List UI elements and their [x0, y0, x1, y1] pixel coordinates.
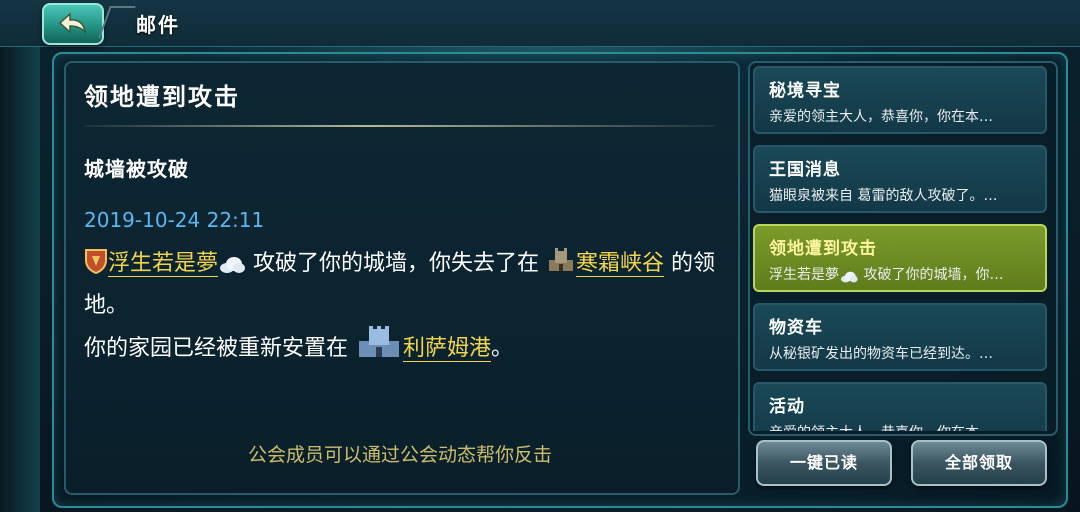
guild-shield-icon: [84, 248, 108, 287]
location-link-2[interactable]: 利萨姆港: [403, 336, 492, 362]
list-item[interactable]: 活动 亲爱的领主大人，恭喜你，你在本…: [753, 382, 1047, 431]
list-item[interactable]: 王国消息 猫眼泉被来自 葛雷的敌人攻破了。…: [753, 145, 1047, 213]
preview-rest: 攻破了你的城墙，你…: [863, 267, 1004, 283]
list-item-preview: 亲爱的领主大人，恭喜你，你在本…: [769, 109, 993, 125]
list-clip: 活动 亲爱的领主大人，恭喜你，你在本…: [749, 380, 1053, 431]
mark-all-read-button[interactable]: 一键已读: [756, 440, 892, 486]
list-item-selected[interactable]: 领地遭到攻击 浮生若是夢 攻破了你的城墙，你…: [753, 224, 1047, 292]
list-item-title: 活动: [769, 397, 805, 417]
page-title: 邮件: [136, 13, 180, 37]
list-item-title: 物资车: [769, 318, 823, 338]
cloud-icon: [839, 271, 859, 287]
mail-footer-note: 公会成员可以通过公会动态帮你反击: [247, 444, 552, 466]
list-item-title: 王国消息: [769, 160, 841, 180]
castle-icon: [546, 246, 576, 287]
list-item-title: 领地遭到攻击: [769, 239, 877, 259]
city-icon: [355, 325, 403, 372]
body-text-1: 攻破了你的城墙，你失去了在: [253, 251, 540, 276]
attacker-link[interactable]: 浮生若是夢: [108, 251, 219, 277]
mail-subject: 城墙被攻破: [84, 157, 189, 181]
background-edge: [0, 46, 40, 512]
body-text-3: 你的家园已经被重新安置在: [84, 336, 349, 361]
list-item-preview: 浮生若是夢 攻破了你的城墙，你…: [769, 264, 1037, 287]
list-item-preview: 亲爱的领主大人，恭喜你，你在本…: [769, 422, 1037, 431]
list-item-preview: 从秘银矿发出的物资车已经到达。…: [769, 346, 993, 362]
back-arrow-icon: [58, 12, 87, 34]
cloud-icon: [218, 249, 246, 287]
body-text-4: 。: [491, 336, 514, 361]
list-item-title: 秘境寻宝: [769, 81, 841, 101]
claim-all-button[interactable]: 全部领取: [911, 440, 1047, 486]
mail-date: 2019-10-24 22:11: [84, 208, 265, 232]
location-link-1[interactable]: 寒霜峡谷: [576, 251, 665, 277]
title-divider: [84, 125, 714, 127]
mail-body: 浮生若是夢 攻破了你的城墙，你失去了在 寒霜峡谷 的领地。 你的家园已经被重新安…: [84, 245, 724, 372]
mail-title: 领地遭到攻击: [84, 83, 240, 111]
list-item[interactable]: 物资车 从秘银矿发出的物资车已经到达。…: [753, 303, 1047, 371]
top-bar: 邮件: [0, 0, 1080, 47]
preview-attacker: 浮生若是夢: [769, 267, 839, 283]
list-item[interactable]: 秘境寻宝 亲爱的领主大人，恭喜你，你在本…: [753, 66, 1047, 134]
list-item-preview: 猫眼泉被来自 葛雷的敌人攻破了。…: [769, 188, 998, 204]
back-button[interactable]: [42, 3, 104, 45]
